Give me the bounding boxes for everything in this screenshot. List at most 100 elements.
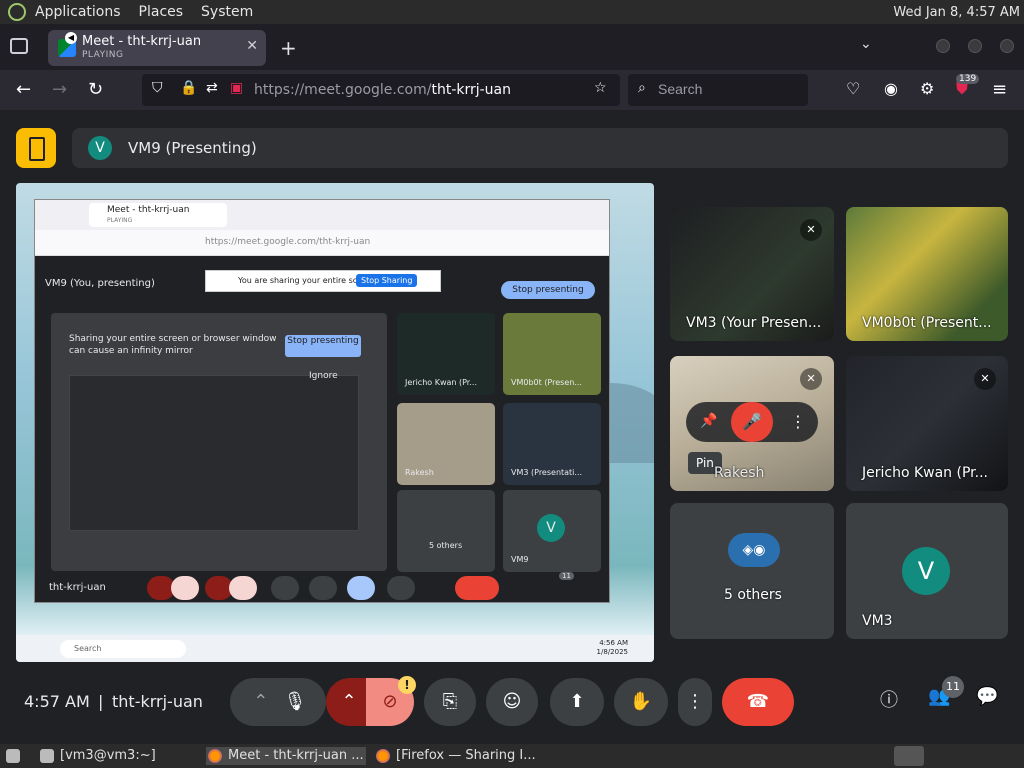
places-menu[interactable]: Places	[130, 0, 193, 24]
shared-emoji	[309, 576, 337, 600]
system-logo-icon[interactable]	[8, 3, 26, 21]
people-count-badge: 11	[942, 676, 964, 698]
url-text[interactable]: https://meet.google.com/tht-krrj-uan	[254, 82, 511, 98]
tab-playing-status: PLAYING	[82, 50, 124, 60]
shared-taskbar-date: 1/8/2025	[596, 648, 628, 656]
participant-name: VM0b0t (Present...	[862, 315, 992, 331]
pocket-icon[interactable]: ♡	[846, 79, 860, 98]
hamburger-menu-icon[interactable]: ≡	[992, 79, 1007, 100]
system-top-panel: Applications Places System Wed Jan 8, 4:…	[0, 0, 1024, 24]
meeting-code: tht-krrj-uan	[112, 692, 203, 711]
taskbar-firefox-sharing[interactable]: [Firefox — Sharing I...	[374, 747, 536, 765]
meeting-control-bar: 4:57 AM | tht-krrj-uan ⌃ 🎙 ⌃ ⊘ ! ⎘ ☺ ⬆ ✋…	[0, 672, 1024, 732]
chat-icon[interactable]: 💬	[976, 686, 998, 707]
shared-tab-strip: Meet - tht-krrj-uan PLAYING	[35, 200, 609, 230]
shared-nav-bar: https://meet.google.com/tht-krrj-uan	[35, 230, 609, 256]
muted-mic-icon: ✕	[800, 219, 822, 241]
account-icon[interactable]: ◉	[884, 79, 898, 98]
tab-close-icon[interactable]: ✕	[246, 38, 258, 54]
forward-arrow-icon[interactable]: →	[52, 79, 67, 100]
lock-icon[interactable]: 🔒	[180, 80, 197, 96]
shared-tab-title: Meet - tht-krrj-uan	[107, 205, 190, 215]
end-call-button[interactable]: ☎	[722, 678, 794, 726]
url-bar[interactable]: ⛉ 🔒 ⇄ ▣ https://meet.google.com/tht-krrj…	[142, 74, 620, 106]
minimize-window-button[interactable]	[936, 39, 950, 53]
mic-button[interactable]: 🎙	[272, 678, 318, 726]
more-options-icon[interactable]: ⋮	[790, 412, 806, 431]
shared-tile: VM3 (Presentati...	[503, 403, 601, 485]
shared-taskbar-time: 4:56 AM	[599, 639, 628, 647]
shared-screen-stage[interactable]: Meet - tht-krrj-uan PLAYING https://meet…	[16, 183, 654, 662]
participant-tile-rakesh[interactable]: ✕ 📌 🎤 ⋮ Pin Rakesh	[670, 356, 834, 491]
screen-share-indicator-icon[interactable]: ▣	[230, 80, 243, 96]
participant-tile-vm3[interactable]: V VM3	[846, 503, 1008, 639]
shared-tile-label: 5 others	[429, 541, 463, 550]
meeting-info-icon[interactable]: ⓘ	[880, 686, 898, 712]
taskbar-firefox-meet[interactable]: Meet - tht-krrj-uan ...	[206, 747, 366, 765]
raise-hand-button[interactable]: ✋	[614, 678, 668, 726]
shared-tile: Rakesh	[397, 403, 495, 485]
extensions-icon[interactable]: ⚙	[920, 79, 934, 98]
participant-tile-vm3-presentation[interactable]: ✕ VM3 (Your Presen...	[670, 207, 834, 341]
shared-tile-label: Jericho Kwan (Pr...	[405, 378, 477, 387]
mute-participant-button[interactable]: 🎤	[731, 402, 773, 442]
shared-end-call	[455, 576, 499, 600]
permissions-icon[interactable]: ⇄	[206, 80, 218, 96]
shared-mic	[171, 576, 199, 600]
tab-meet[interactable]: ◀ Meet - tht-krrj-uan PLAYING ✕	[48, 30, 266, 66]
shared-stage: Sharing your entire screen or browser wi…	[51, 313, 387, 571]
sharing-banner-stop: Stop Sharing	[356, 274, 418, 287]
shared-tile: 5 others	[397, 490, 495, 572]
shared-vm9-avatar: V	[537, 514, 565, 542]
participant-tile-vm0b0t[interactable]: VM0b0t (Present...	[846, 207, 1008, 341]
show-desktop-icon[interactable]	[4, 747, 24, 765]
extension-count-badge: 139	[956, 74, 980, 84]
shared-tab: Meet - tht-krrj-uan PLAYING	[89, 203, 227, 227]
url-path: tht-krrj-uan	[431, 82, 512, 98]
shared-tile-label: VM9	[511, 555, 529, 564]
shield-icon[interactable]: ⛉	[152, 80, 163, 96]
shared-url: https://meet.google.com/tht-krrj-uan	[205, 237, 371, 247]
shared-tile: Jericho Kwan (Pr...	[397, 313, 495, 395]
bookmark-star-icon[interactable]: ☆	[594, 80, 607, 96]
reload-icon[interactable]: ↻	[88, 79, 103, 100]
system-clock[interactable]: Wed Jan 8, 4:57 AM	[893, 5, 1020, 20]
search-input[interactable]	[658, 81, 798, 97]
list-tabs-chevron-icon[interactable]: ⌄	[860, 36, 872, 52]
maximize-window-button[interactable]	[968, 39, 982, 53]
applications-menu[interactable]: Applications	[26, 0, 130, 24]
search-icon: ⌕	[638, 80, 646, 96]
meeting-details-button[interactable]	[16, 128, 56, 168]
participant-name: Jericho Kwan (Pr...	[862, 465, 988, 481]
shared-meeting-code: tht-krrj-uan	[49, 582, 106, 593]
close-window-button[interactable]	[1000, 39, 1014, 53]
new-tab-button[interactable]: +	[280, 36, 297, 60]
participant-tile-others[interactable]: ◈◉ 5 others	[670, 503, 834, 639]
meeting-divider: |	[98, 692, 104, 711]
meet-main: V VM9 (Presenting) Meet - tht-krrj-uan P…	[0, 110, 1024, 744]
speaker-icon[interactable]: ◀	[65, 32, 77, 44]
firefox-view-icon[interactable]	[10, 38, 28, 54]
system-menu[interactable]: System	[192, 0, 262, 24]
emoji-button[interactable]: ☺	[486, 678, 538, 726]
shared-hand	[387, 576, 415, 600]
shared-ignore: Ignore	[309, 371, 338, 381]
shared-cc	[271, 576, 299, 600]
present-screen-button[interactable]: ⬆	[550, 678, 604, 726]
participant-tile-jericho[interactable]: ✕ Jericho Kwan (Pr...	[846, 356, 1008, 491]
participant-name: VM3	[862, 613, 893, 629]
taskbar-terminal[interactable]: [vm3@vm3:~]	[38, 747, 156, 765]
shared-taskbar-search: Search	[60, 640, 186, 658]
camera-warning-badge: !	[398, 676, 416, 694]
vm3-avatar: V	[902, 547, 950, 595]
shared-present	[347, 576, 375, 600]
browser-tab-strip: ◀ Meet - tht-krrj-uan PLAYING ✕ + ⌄	[0, 24, 1024, 70]
back-arrow-icon[interactable]: ←	[16, 79, 31, 100]
participant-name: 5 others	[724, 587, 782, 603]
workspace-switcher-icon[interactable]	[894, 746, 924, 766]
shared-stop-presenting: Stop presenting	[501, 281, 595, 299]
captions-button[interactable]: ⎘	[424, 678, 476, 726]
pin-icon[interactable]: 📌	[700, 413, 717, 429]
search-bar[interactable]: ⌕	[628, 74, 808, 106]
more-options-button[interactable]: ⋮	[678, 678, 712, 726]
